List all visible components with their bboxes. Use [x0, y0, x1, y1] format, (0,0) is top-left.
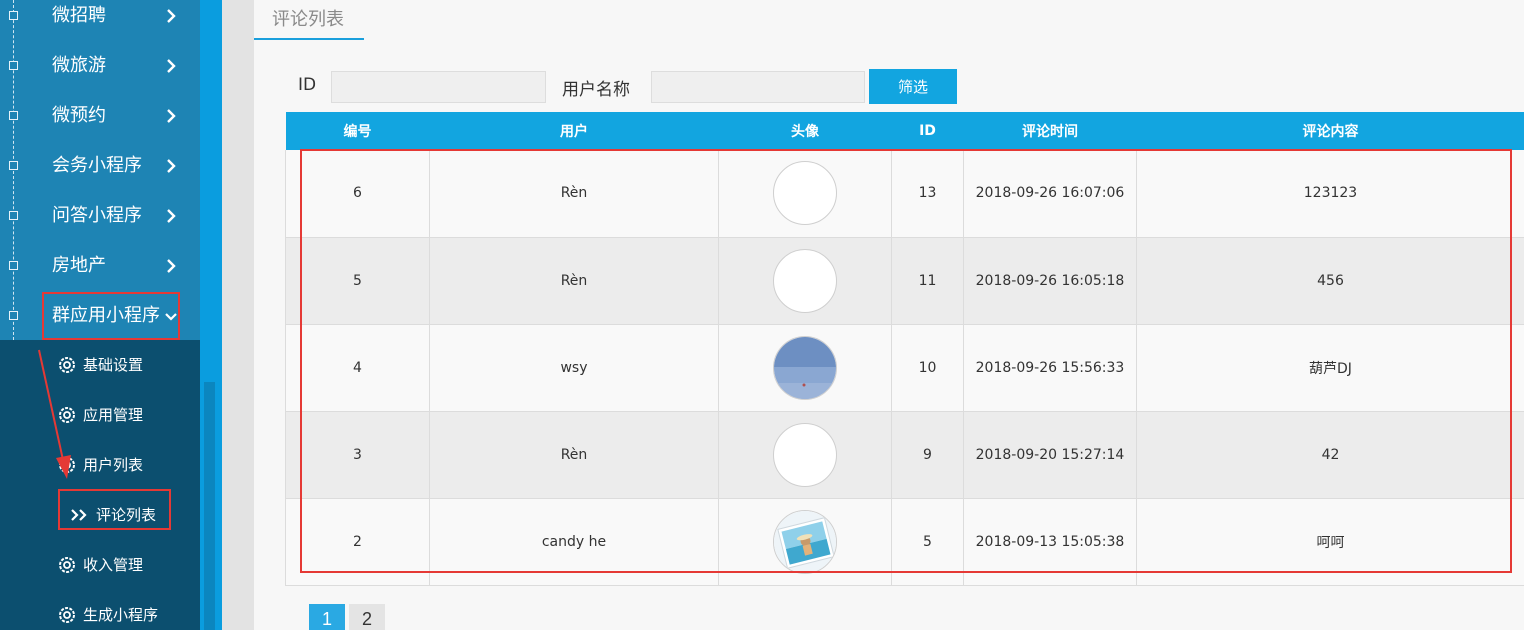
column-header-user: 用户 — [560, 124, 588, 140]
timeline-node-icon — [9, 161, 18, 170]
submenu-item-basic-settings[interactable]: 基础设置 — [0, 340, 200, 390]
timeline-node-icon — [9, 11, 18, 20]
submenu-item-label: 基础设置 — [83, 356, 144, 374]
main-content: 评论列表 ID 用户名称 筛选 编号 用户 头像 ID 评论时间 评论内容 6 … — [254, 0, 1524, 630]
username-filter-input[interactable] — [651, 71, 865, 103]
annotation-arrow-icon — [38, 349, 71, 479]
highlight-box-rows — [300, 149, 1512, 573]
submenu-item-app-management[interactable]: 应用管理 — [0, 390, 200, 440]
column-header-avatar: 头像 — [791, 124, 819, 140]
id-filter-input[interactable] — [331, 71, 546, 103]
tab-comment-list[interactable]: 评论列表 — [254, 0, 364, 40]
sidebar-item-label: 会务小程序 — [52, 155, 142, 176]
sidebar: 微招聘 微旅游 微预约 会务小程序 问答小程序 房地产 群应用小程序 基础设置 — [0, 0, 200, 630]
gear-icon — [59, 607, 75, 623]
submenu-item-label: 用户列表 — [83, 456, 144, 474]
username-filter-label: 用户名称 — [562, 80, 630, 100]
chevron-right-icon — [167, 259, 176, 273]
chevron-right-icon — [167, 59, 176, 73]
content-gutter — [222, 0, 254, 630]
sidebar-item-realestate[interactable]: 房地产 — [0, 241, 200, 291]
table-header-row: 编号 用户 头像 ID 评论时间 评论内容 — [285, 112, 1524, 150]
sidebar-item-conference[interactable]: 会务小程序 — [0, 141, 200, 191]
sidebar-item-travel[interactable]: 微旅游 — [0, 41, 200, 91]
highlight-box-group-app — [42, 292, 180, 340]
chevron-right-icon — [167, 159, 176, 173]
submenu-item-generate-app[interactable]: 生成小程序 — [0, 590, 200, 630]
sidebar-scrollbar[interactable] — [204, 382, 215, 630]
submenu-item-user-list[interactable]: 用户列表 — [0, 440, 200, 490]
tab-label: 评论列表 — [272, 9, 344, 30]
timeline-node-icon — [9, 61, 18, 70]
column-header-content: 评论内容 — [1302, 124, 1359, 140]
column-header-id: ID — [919, 123, 936, 139]
sidebar-item-booking[interactable]: 微预约 — [0, 91, 200, 141]
highlight-box-comment-list — [58, 489, 171, 530]
page-button-1[interactable]: 1 — [309, 604, 345, 630]
sidebar-item-qa[interactable]: 问答小程序 — [0, 191, 200, 241]
sidebar-item-recruit[interactable]: 微招聘 — [0, 0, 200, 41]
page-button-2[interactable]: 2 — [349, 604, 385, 630]
sidebar-item-label: 微预约 — [52, 105, 106, 126]
gear-icon — [59, 557, 75, 573]
filter-button[interactable]: 筛选 — [869, 69, 957, 104]
submenu-item-label: 收入管理 — [83, 556, 144, 574]
column-header-number: 编号 — [343, 124, 372, 140]
submenu: 基础设置 应用管理 用户列表 评论列表 收入管理 生成小程序 — [0, 340, 200, 630]
timeline-node-icon — [9, 111, 18, 120]
chevron-right-icon — [167, 209, 176, 223]
timeline-node-icon — [9, 211, 18, 220]
chevron-right-icon — [167, 109, 176, 123]
submenu-item-label: 生成小程序 — [83, 606, 159, 624]
timeline-node-icon — [9, 311, 18, 320]
chevron-right-icon — [167, 9, 176, 23]
submenu-item-income[interactable]: 收入管理 — [0, 540, 200, 590]
sidebar-item-label: 微招聘 — [52, 5, 106, 26]
column-header-time: 评论时间 — [1022, 124, 1078, 140]
sidebar-item-label: 问答小程序 — [52, 205, 142, 226]
sidebar-item-label: 微旅游 — [52, 55, 106, 76]
id-filter-label: ID — [298, 75, 317, 95]
sidebar-item-label: 房地产 — [52, 255, 106, 276]
timeline-node-icon — [9, 261, 18, 270]
submenu-item-label: 应用管理 — [83, 406, 144, 424]
